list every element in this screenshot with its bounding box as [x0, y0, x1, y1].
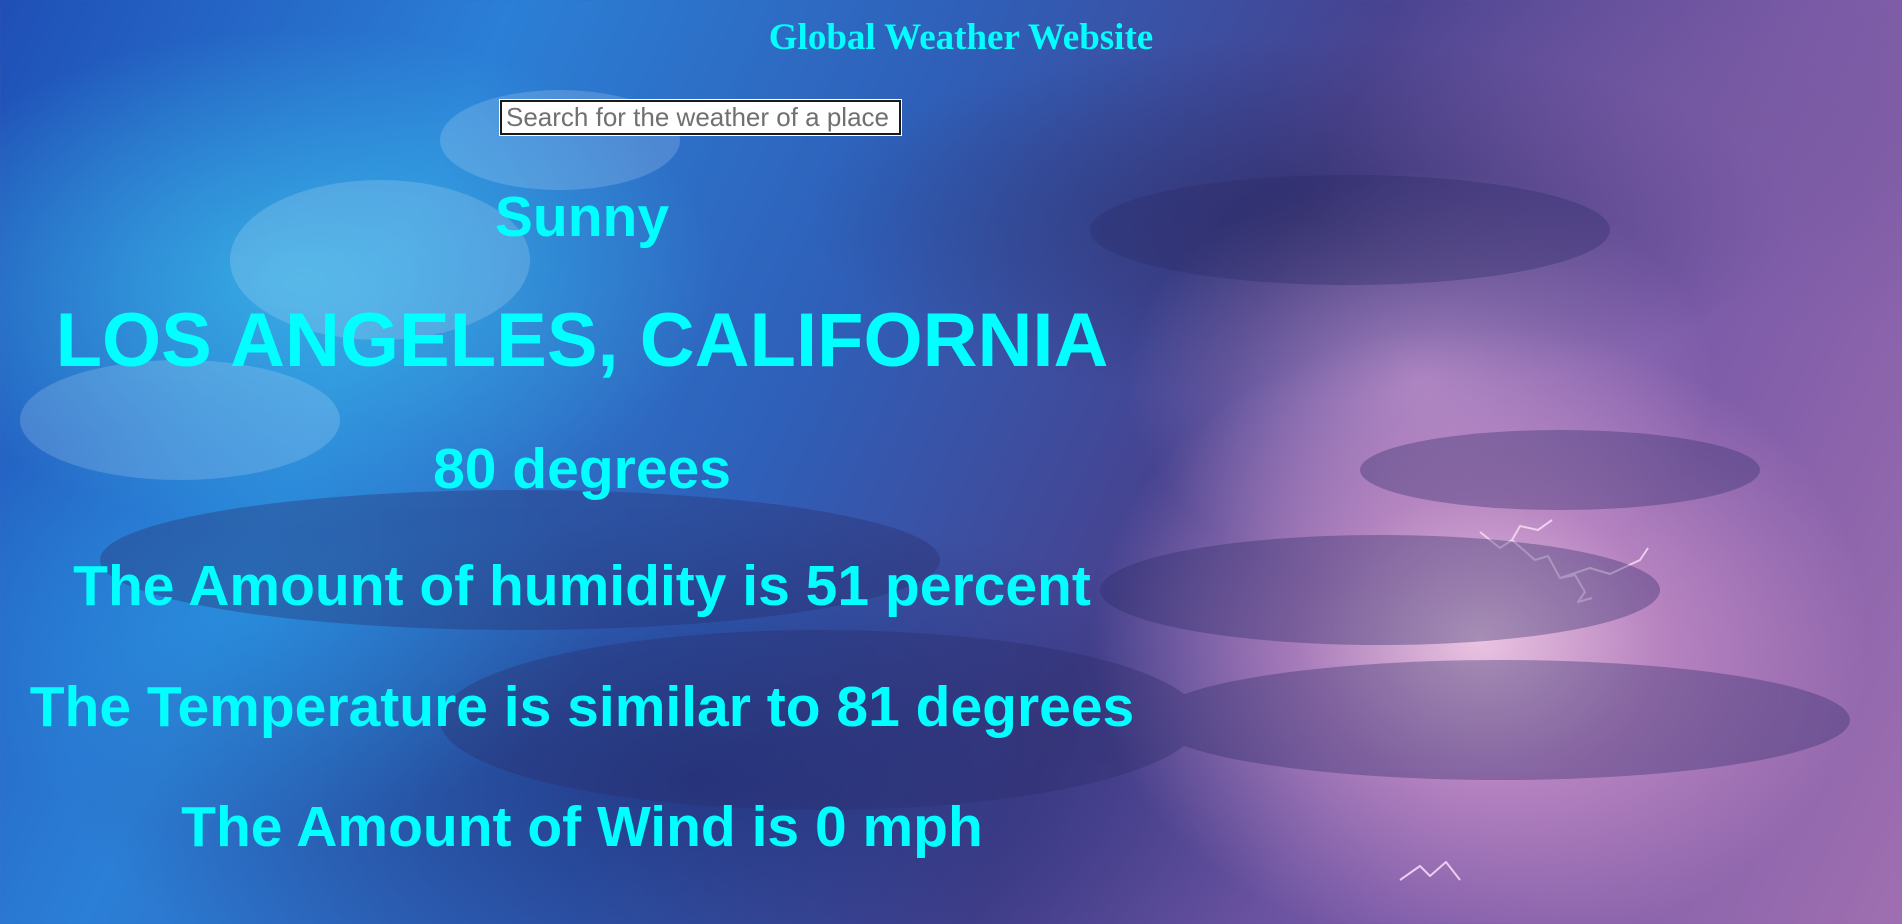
weather-condition: Sunny: [494, 185, 670, 249]
current-temperature: 80 degrees: [433, 437, 731, 501]
feels-like-temperature: The Temperature is similar to 81 degrees: [29, 675, 1135, 739]
site-title: Global Weather Website: [768, 17, 1154, 58]
weather-page: Global Weather Website Sunny LOS ANGELES…: [0, 0, 1902, 924]
location-name: LOS ANGELES, CALIFORNIA: [55, 298, 1109, 383]
humidity-reading: The Amount of humidity is 51 percent: [73, 554, 1091, 618]
wind-speed: The Amount of Wind is 0 mph: [181, 795, 983, 859]
search-input[interactable]: [499, 99, 902, 136]
